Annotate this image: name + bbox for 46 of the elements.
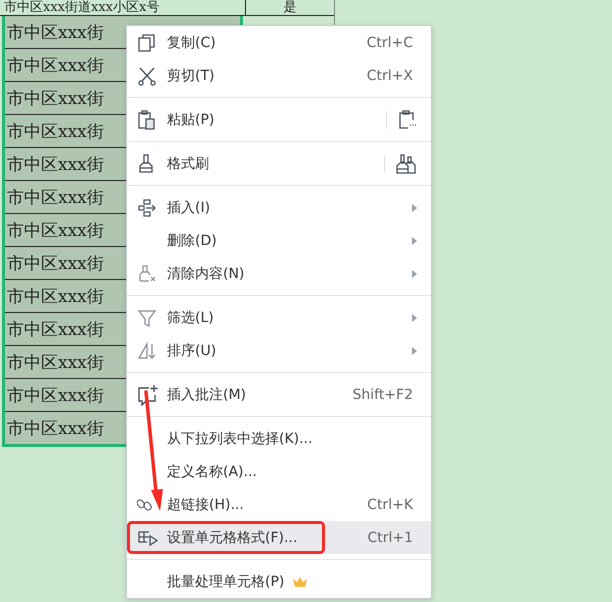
- brush-icon[interactable]: [395, 154, 417, 174]
- eraser-icon: [137, 264, 157, 284]
- comment-add-icon: [137, 384, 159, 406]
- paste-special-icon[interactable]: [397, 110, 417, 130]
- insert-icon: [137, 198, 157, 218]
- table-cell-text: 市中区xxx街: [7, 54, 104, 76]
- menu-item[interactable]: 插入批注(M) Shift+F2: [127, 378, 431, 411]
- menu-item[interactable]: 批量处理单元格(P): [127, 565, 431, 598]
- table-cell-text: 市中区xxx街: [7, 22, 104, 44]
- shortcut-text: Ctrl+C: [366, 34, 413, 50]
- table-cell-text: 市中区xxx街: [7, 154, 104, 176]
- menu-item[interactable]: 粘贴(P): [127, 103, 431, 136]
- copy-icon: [137, 32, 157, 52]
- menu-item[interactable]: 复制(C) Ctrl+C: [127, 26, 431, 59]
- menu-item[interactable]: 清除内容(N): [127, 257, 431, 290]
- menu-item[interactable]: 排序(U): [127, 334, 431, 367]
- menu-item[interactable]: 定义名称(A)...: [127, 455, 431, 488]
- scissors-icon: [137, 66, 157, 86]
- clipboard-icon: [137, 110, 157, 130]
- menu-item[interactable]: 剪切(T) Ctrl+X: [127, 59, 431, 92]
- menu-item[interactable]: 删除(D): [127, 224, 431, 257]
- table-cell-text: 市中区xxx街: [7, 220, 104, 242]
- table-cell-text: 市中区xxx街道xxx小区x号: [3, 0, 160, 15]
- table-cell: 是: [245, 0, 334, 15]
- menu-item[interactable]: 筛选(L): [127, 301, 431, 334]
- menu-item[interactable]: 从下拉列表中选择(K)...: [127, 422, 431, 455]
- table-cell-text: 市中区xxx街: [7, 418, 104, 440]
- shortcut-text: Ctrl+X: [366, 68, 413, 84]
- menu-item[interactable]: 格式刷: [127, 147, 431, 180]
- table-cell-text: 市中区xxx街: [7, 88, 104, 110]
- table-cell-text: 市中区xxx街: [7, 186, 104, 208]
- table-cell-text: 市中区xxx街: [7, 120, 104, 142]
- menu-item[interactable]: 插入(I): [127, 191, 431, 224]
- shortcut-text: Ctrl+1: [367, 530, 413, 546]
- shortcut-text: Shift+F2: [352, 386, 413, 402]
- table-cell-text: 市中区xxx街: [7, 352, 104, 374]
- cell-format-icon: [137, 528, 159, 546]
- menu-item[interactable]: 超链接(H)... Ctrl+K: [127, 488, 431, 521]
- sort-icon: [137, 340, 157, 360]
- table-cell-text: 市中区xxx街: [7, 286, 104, 308]
- table-cell-text: 市中区xxx街: [7, 318, 104, 340]
- table-cell-text: 市中区xxx街: [7, 384, 104, 406]
- funnel-icon: [137, 308, 157, 328]
- menu-item[interactable]: 设置单元格格式(F)... Ctrl+1: [127, 521, 431, 554]
- table-cell-text: 市中区xxx街: [7, 252, 104, 274]
- shortcut-text: Ctrl+K: [367, 496, 413, 512]
